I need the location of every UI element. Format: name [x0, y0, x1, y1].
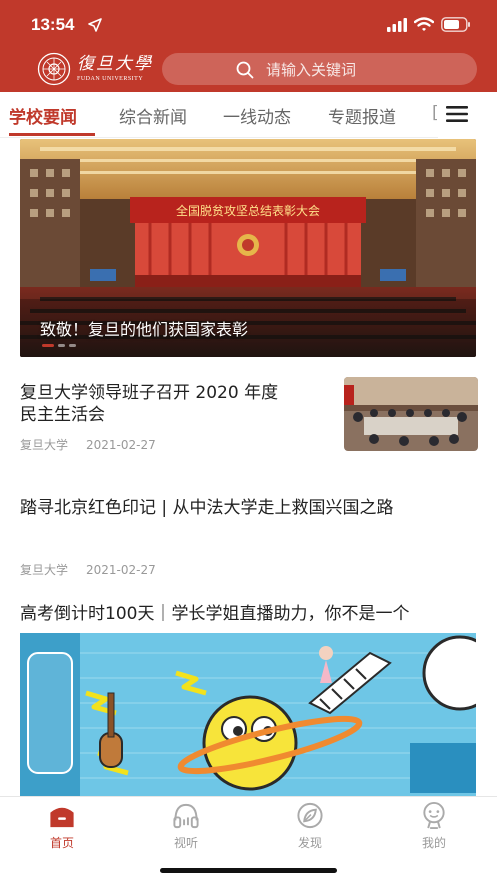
news-source: 复旦大学 — [20, 563, 69, 577]
nav-item-media[interactable]: 视听 — [146, 801, 226, 851]
wifi-icon — [414, 17, 434, 31]
carousel-dot — [69, 344, 76, 347]
news-date: 2021-02-27 — [86, 438, 156, 452]
search-placeholder: 请输入关键词 — [266, 61, 357, 79]
news-title: 踏寻北京红色印记 | 从中法大学走上救国兴国之路 — [20, 498, 394, 518]
status-bar: 13:54 — [0, 0, 497, 46]
carousel-dot — [58, 344, 65, 347]
battery-icon — [441, 17, 470, 32]
brand-logo[interactable]: 復旦大學 FUDAN UNIVERSITY — [37, 52, 153, 86]
category-tabs: 学校要闻 综合新闻 一线动态 专题报道 [ — [0, 92, 497, 138]
app-header: 13:54 復旦大學 FUDAN UNIVERSITY 请输入关键词 — [0, 0, 497, 92]
news-title-line: 复旦大学领导班子召开 2020 年度 — [20, 383, 279, 403]
search-bar[interactable]: 请输入关键词 — [162, 53, 477, 85]
banner-text: 全国脱贫攻坚总结表彰大会 — [176, 203, 320, 218]
headphones-icon — [173, 803, 199, 829]
news-thumbnail — [344, 377, 478, 451]
news-meta: 复旦大学 2021-02-27 — [20, 436, 156, 453]
nav-item-home[interactable]: 首页 — [22, 801, 102, 851]
brand-name-cn: 復旦大學 — [77, 54, 153, 74]
news-source: 复旦大学 — [20, 438, 69, 452]
news-image — [20, 633, 476, 796]
channel-menu-button[interactable] — [438, 92, 497, 138]
news-title: 复旦大学领导班子召开 2020 年度 民主生活会 — [20, 382, 335, 426]
location-arrow-icon — [88, 18, 102, 32]
nav-label-discover: 发现 — [297, 836, 322, 850]
tab-school-news[interactable]: 学校要闻 — [9, 103, 77, 128]
status-time: 13:54 — [31, 15, 75, 34]
carousel-indicator — [42, 344, 76, 347]
news-feed: 全国脱贫攻坚总结表彰大会 致敬！复旦的他们获国家表彰 复旦大学领导班子召开 20… — [0, 139, 497, 796]
nav-label-media: 视听 — [173, 836, 198, 850]
home-icon — [50, 807, 74, 828]
home-indicator[interactable] — [160, 868, 337, 873]
active-tab-indicator — [9, 133, 95, 136]
nav-label-home: 首页 — [49, 836, 74, 850]
news-meta: 复旦大学 2021-02-27 — [20, 561, 156, 578]
brand-name-en: FUDAN UNIVERSITY — [77, 76, 144, 82]
signal-icon — [387, 18, 407, 32]
hamburger-menu-icon — [446, 106, 468, 122]
tab-special-reports[interactable]: 专题报道 — [328, 103, 396, 128]
nav-item-discover[interactable]: 发现 — [270, 801, 350, 851]
news-title: 高考倒计时100天｜学长学姐直播助力，你不是一个 — [20, 604, 410, 624]
compass-leaf-icon — [297, 802, 323, 829]
hero-caption: 致敬！复旦的他们获国家表彰 — [40, 320, 249, 339]
tab-frontline-updates[interactable]: 一线动态 — [223, 103, 291, 128]
tab-general-news[interactable]: 综合新闻 — [119, 103, 187, 128]
hero-carousel[interactable]: 全国脱贫攻坚总结表彰大会 致敬！复旦的他们获国家表彰 — [20, 139, 476, 357]
search-icon — [236, 61, 254, 79]
nav-item-profile[interactable]: 我的 — [394, 801, 474, 851]
profile-icon — [423, 801, 445, 830]
carousel-dot-active — [42, 344, 54, 347]
nav-label-profile: 我的 — [421, 836, 446, 850]
news-date: 2021-02-27 — [86, 563, 156, 577]
news-title-line: 民主生活会 — [20, 405, 105, 425]
fudan-seal-logo — [37, 52, 71, 86]
